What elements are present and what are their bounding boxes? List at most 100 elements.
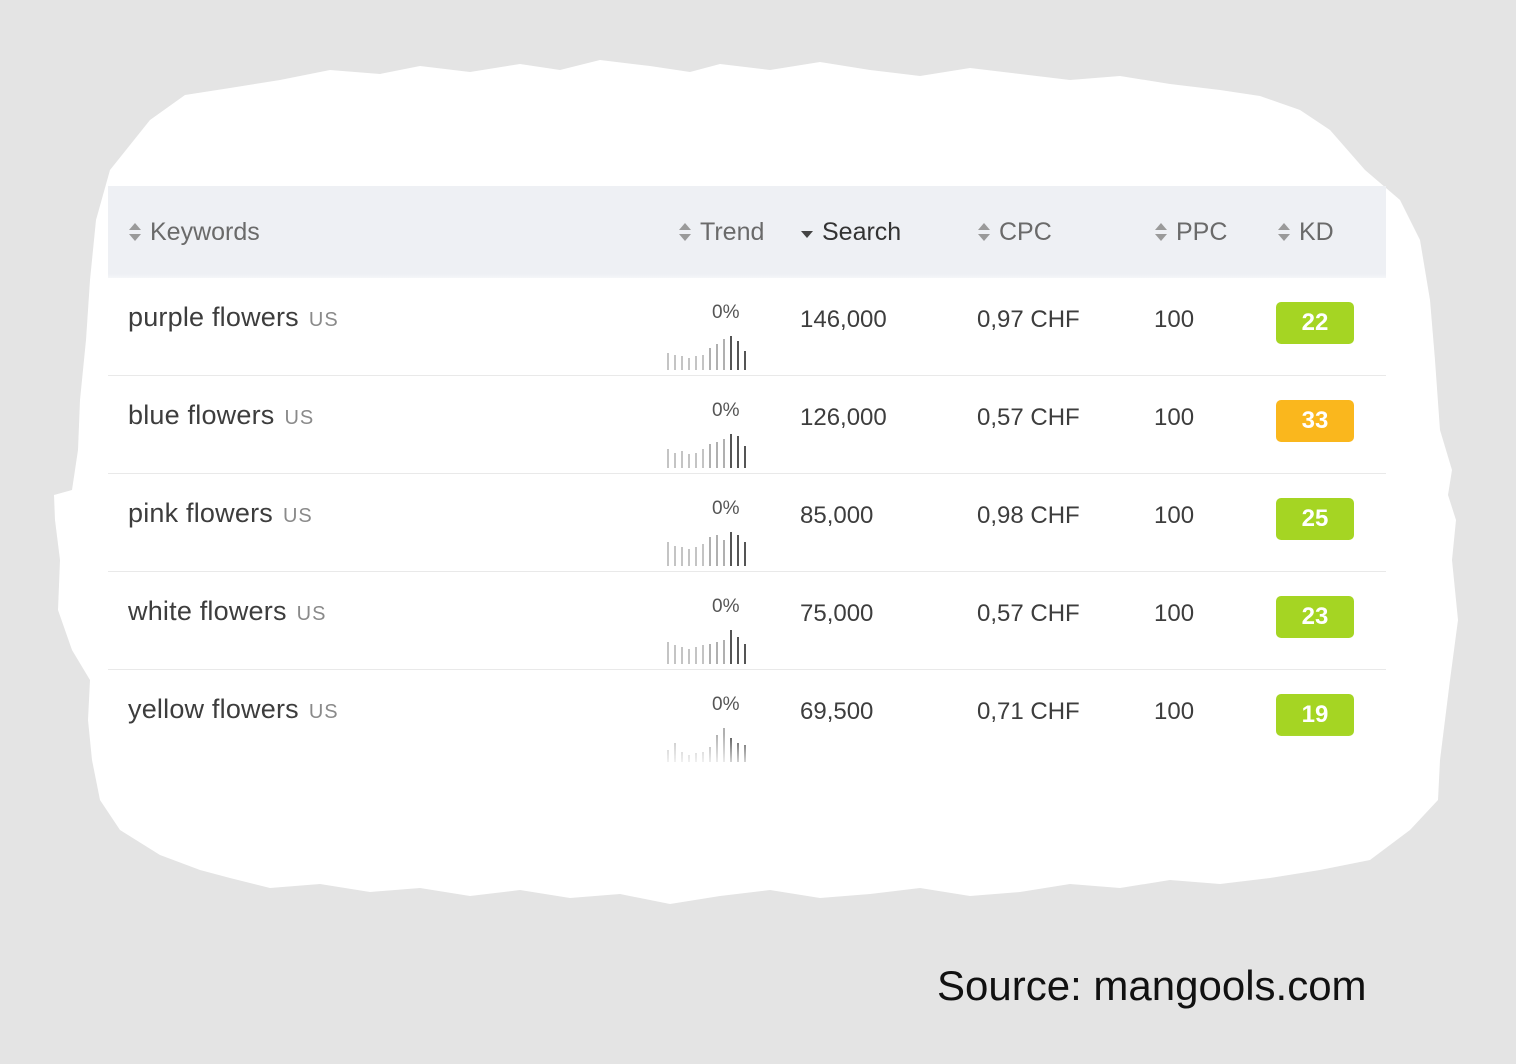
ppc-value: 100 <box>1154 306 1195 333</box>
trend-bar <box>744 644 746 664</box>
location-label: US <box>284 407 315 429</box>
trend-sparkline <box>667 332 751 370</box>
trend-bar <box>709 644 711 664</box>
trend-bar <box>695 647 697 664</box>
trend-bar <box>737 436 739 468</box>
trend-bar <box>737 743 739 762</box>
search-value: 126,000 <box>800 404 887 431</box>
trend-bar <box>744 745 746 762</box>
keyword-cell[interactable]: blue flowers US <box>128 400 314 431</box>
kd-badge: 19 <box>1276 694 1354 736</box>
keyword-cell[interactable]: purple flowers US <box>128 302 339 333</box>
keyword-table: Keywords Trend Search CPC PPC KD purple … <box>108 186 1386 767</box>
trend-bar <box>688 454 690 468</box>
trend-bar <box>681 752 683 762</box>
column-header-keywords[interactable]: Keywords <box>128 216 260 248</box>
trend-percent: 0% <box>712 694 740 715</box>
table-row[interactable]: yellow flowers US 0% 69,500 0,71 CHF 100 19 <box>108 670 1386 767</box>
trend-bar <box>716 535 718 566</box>
table-row[interactable]: blue flowers US 0% 126,000 0,57 CHF 100 33 <box>108 376 1386 474</box>
trend-bar <box>695 453 697 468</box>
keyword-text: blue flowers <box>128 400 275 430</box>
ppc-value: 100 <box>1154 600 1195 627</box>
trend-bar <box>730 630 732 664</box>
column-header-kd[interactable]: KD <box>1277 216 1334 248</box>
trend-bar <box>730 532 732 566</box>
sort-both-icon <box>1154 216 1170 242</box>
trend-bar <box>744 542 746 566</box>
trend-bar <box>702 449 704 468</box>
trend-bar <box>681 451 683 468</box>
sort-both-icon <box>1277 216 1293 242</box>
trend-bar <box>716 344 718 370</box>
trend-bar <box>723 728 725 762</box>
keyword-cell[interactable]: yellow flowers US <box>128 694 339 725</box>
trend-sparkline <box>667 724 751 762</box>
kd-badge: 23 <box>1276 596 1354 638</box>
column-header-trend[interactable]: Trend <box>678 216 764 248</box>
trend-bar <box>737 637 739 664</box>
ppc-value: 100 <box>1154 404 1195 431</box>
trend-bar <box>688 755 690 762</box>
trend-bar <box>681 356 683 370</box>
keyword-text: pink flowers <box>128 498 273 528</box>
trend-bar <box>674 355 676 370</box>
trend-bar <box>716 442 718 468</box>
trend-bar <box>723 439 725 468</box>
trend-bar <box>695 356 697 370</box>
trend-bar <box>688 358 690 370</box>
trend-bar <box>737 341 739 370</box>
trend-bar <box>695 753 697 762</box>
column-header-ppc[interactable]: PPC <box>1154 216 1227 248</box>
cpc-value: 0,97 CHF <box>977 306 1080 333</box>
trend-bar <box>667 750 669 762</box>
cpc-value: 0,71 CHF <box>977 698 1080 725</box>
search-value: 75,000 <box>800 600 874 627</box>
trend-bar <box>730 336 732 370</box>
trend-bar <box>723 339 725 370</box>
keyword-text: yellow flowers <box>128 694 299 724</box>
trend-sparkline <box>667 626 751 664</box>
location-label: US <box>296 603 327 625</box>
trend-bar <box>723 540 725 566</box>
trend-bar <box>667 449 669 468</box>
trend-bar <box>716 642 718 664</box>
trend-bar <box>730 434 732 468</box>
cpc-value: 0,98 CHF <box>977 502 1080 529</box>
search-value: 146,000 <box>800 306 887 333</box>
keyword-cell[interactable]: pink flowers US <box>128 498 313 529</box>
trend-bar <box>737 535 739 566</box>
source-caption: Source: mangools.com <box>937 962 1367 1009</box>
table-row[interactable]: white flowers US 0% 75,000 0,57 CHF 100 23 <box>108 572 1386 670</box>
ppc-value: 100 <box>1154 698 1195 725</box>
keyword-text: purple flowers <box>128 302 299 332</box>
column-header-cpc[interactable]: CPC <box>977 216 1052 248</box>
search-value: 69,500 <box>800 698 874 725</box>
trend-bar <box>667 642 669 664</box>
trend-bar <box>709 348 711 370</box>
kd-badge: 25 <box>1276 498 1354 540</box>
sort-both-icon <box>128 216 144 242</box>
column-header-search[interactable]: Search <box>800 216 901 248</box>
sort-both-icon <box>678 216 694 242</box>
trend-bar <box>730 738 732 762</box>
trend-bar <box>681 647 683 664</box>
table-row[interactable]: purple flowers US 0% 146,000 0,97 CHF 100 22 <box>108 278 1386 376</box>
trend-bar <box>723 640 725 664</box>
trend-bar <box>744 351 746 370</box>
sort-desc-icon <box>800 216 816 242</box>
kd-badge: 22 <box>1276 302 1354 344</box>
trend-bar <box>688 649 690 664</box>
search-value: 85,000 <box>800 502 874 529</box>
kd-badge: 33 <box>1276 400 1354 442</box>
keyword-cell[interactable]: white flowers US <box>128 596 326 627</box>
sort-both-icon <box>977 216 993 242</box>
location-label: US <box>282 505 313 527</box>
trend-bar <box>716 735 718 762</box>
trend-bar <box>702 544 704 566</box>
trend-bar <box>674 743 676 762</box>
trend-bar <box>702 752 704 762</box>
trend-sparkline <box>667 528 751 566</box>
keyword-text: white flowers <box>128 596 287 626</box>
table-row[interactable]: pink flowers US 0% 85,000 0,98 CHF 100 25 <box>108 474 1386 572</box>
